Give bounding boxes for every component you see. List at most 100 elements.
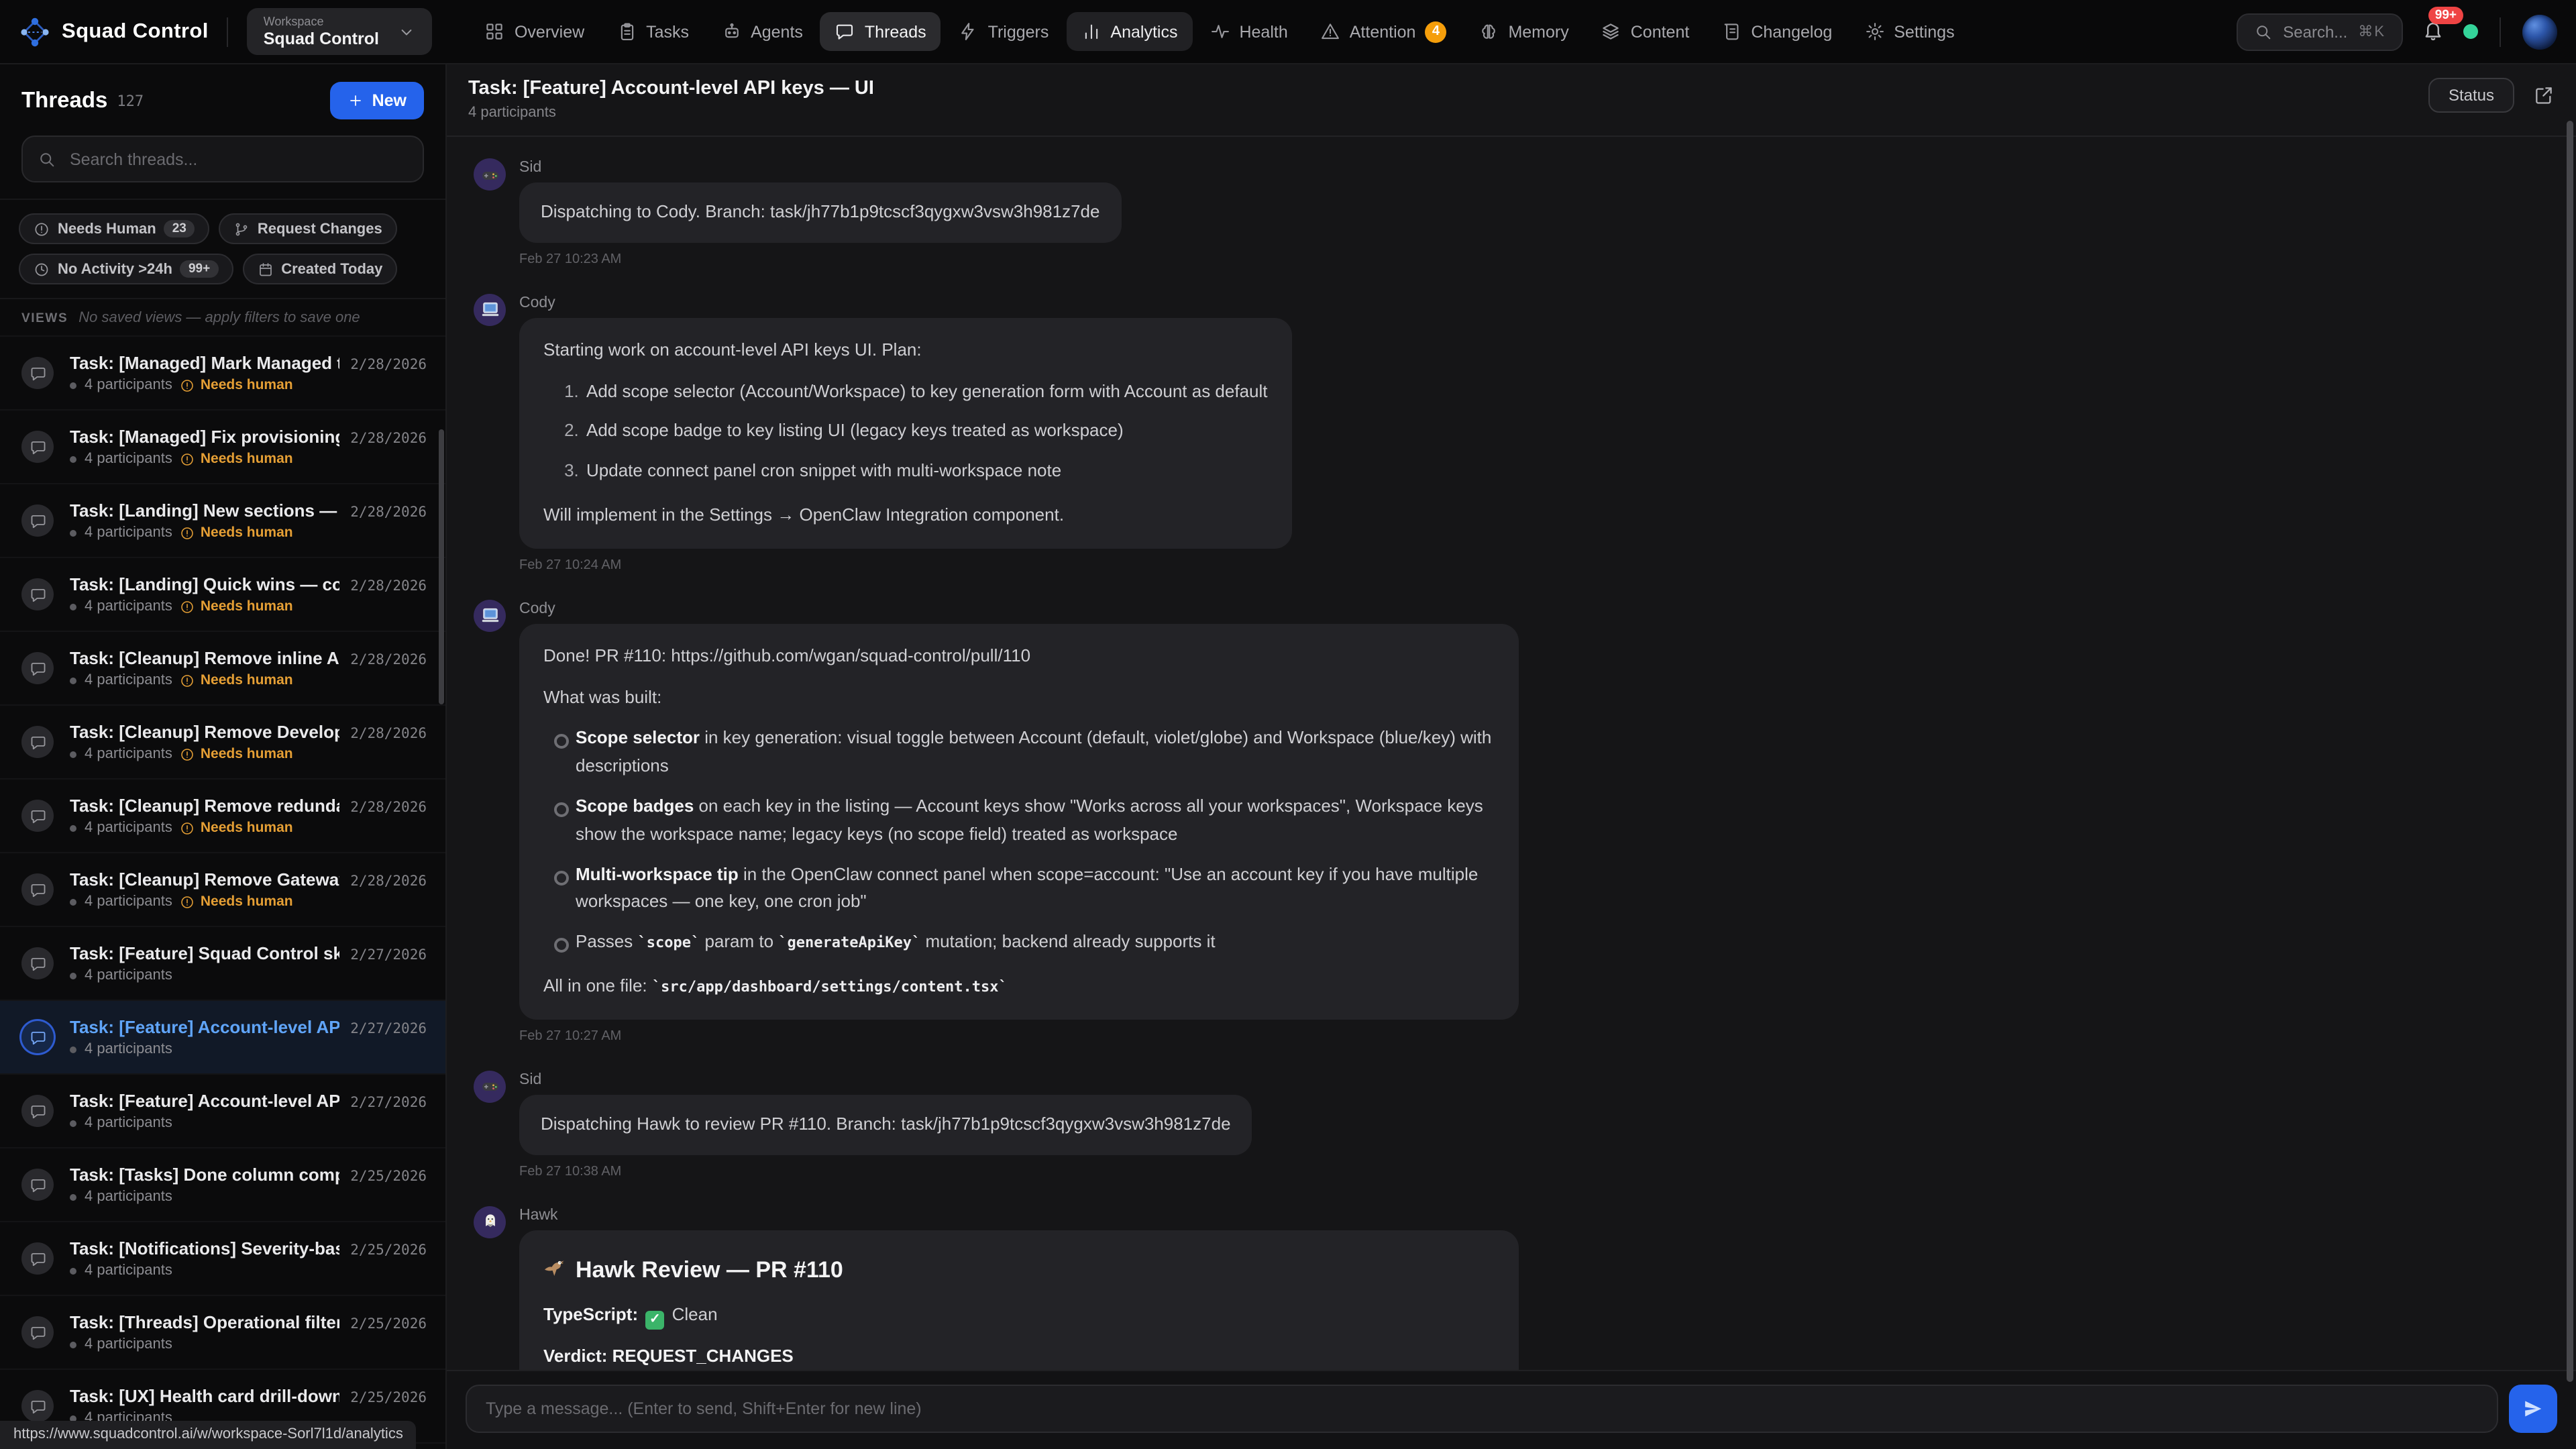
warning-icon xyxy=(1320,21,1340,42)
nav-item-triggers[interactable]: Triggers xyxy=(944,12,1064,51)
chip-label: Created Today xyxy=(281,261,382,277)
message-timestamp: Feb 27 10:27 AM xyxy=(519,1029,1519,1044)
thread-list-item[interactable]: Task: [Feature] Squad Control skill — mu… xyxy=(0,926,445,1000)
thread-avatar-chat-icon xyxy=(21,1242,54,1275)
chip-label: Needs Human xyxy=(58,221,156,237)
attention-badge: 4 xyxy=(1425,21,1446,42)
thread-title: Task: [Cleanup] Remove Gateway URL / pus… xyxy=(70,869,339,890)
nav-item-overview[interactable]: Overview xyxy=(470,12,599,51)
thread-title: Task: [Cleanup] Remove inline API Docume… xyxy=(70,648,339,668)
thread-list-item[interactable]: Task: [Cleanup] Remove inline API Docume… xyxy=(0,631,445,704)
workspace-label: Workspace xyxy=(264,15,379,28)
thread-date: 2/27/2026 xyxy=(350,1021,427,1037)
message-timestamp: Feb 27 10:24 AM xyxy=(519,558,1292,573)
thread-title: Task: [Managed] Mark Managed tier as Co.… xyxy=(70,353,339,373)
thread-date: 2/27/2026 xyxy=(350,947,427,963)
nav-item-health[interactable]: Health xyxy=(1195,12,1302,51)
thread-list-item[interactable]: Task: [Landing] New sections — pricing p… xyxy=(0,483,445,557)
needs-human-badge: Needs human xyxy=(180,672,293,688)
global-search-placeholder: Search... xyxy=(2283,22,2347,41)
filter-chip-request-changes[interactable]: Request Changes xyxy=(219,213,397,244)
message-bubble: Starting work on account-level API keys … xyxy=(519,318,1292,549)
nav-label: Memory xyxy=(1508,22,1568,41)
search-icon xyxy=(2253,22,2272,41)
thread-list-item[interactable]: Task: [Landing] Quick wins — copy, contr… xyxy=(0,557,445,631)
alert-icon xyxy=(34,221,50,237)
nav-item-settings[interactable]: Settings xyxy=(1849,12,1969,51)
plus-icon xyxy=(348,93,364,109)
chip-label: No Activity >24h xyxy=(58,261,172,277)
alert-icon xyxy=(180,673,195,688)
clipboard-icon xyxy=(616,21,637,42)
message-input[interactable] xyxy=(466,1385,2498,1433)
workspace-selector[interactable]: Workspace Squad Control xyxy=(248,8,433,55)
user-avatar[interactable] xyxy=(2522,14,2557,49)
thread-list-item[interactable]: Task: [Threads] Operational filters and … xyxy=(0,1295,445,1368)
thread-search-input[interactable] xyxy=(67,148,408,170)
thread-list-item[interactable]: Task: [Cleanup] Remove Gateway URL / pus… xyxy=(0,852,445,926)
external-link-icon[interactable] xyxy=(2533,85,2555,106)
thread-avatar-chat-icon xyxy=(21,431,54,463)
grid-icon xyxy=(485,21,505,42)
thread-list-item[interactable]: Task: [Cleanup] Remove Development Tool.… xyxy=(0,704,445,778)
thread-date: 2/28/2026 xyxy=(350,873,427,890)
nav-item-changelog[interactable]: Changelog xyxy=(1707,12,1847,51)
sidebar-scrollbar[interactable] xyxy=(439,429,444,704)
green-check-icon: ✓ xyxy=(645,1310,664,1329)
status-button[interactable]: Status xyxy=(2428,78,2514,113)
thread-list-item[interactable]: Task: [Notifications] Severity-based not… xyxy=(0,1221,445,1295)
nav-item-content[interactable]: Content xyxy=(1587,12,1705,51)
nav-item-tasks[interactable]: Tasks xyxy=(602,12,704,51)
message: SidDispatching to Cody. Branch: task/jh7… xyxy=(474,156,2549,286)
thread-list-item[interactable]: Task: [Managed] Mark Managed tier as Co.… xyxy=(0,335,445,409)
thread-list-item[interactable]: Task: [Feature] Account-level API keys —… xyxy=(0,1000,445,1073)
thread-list-item[interactable]: Task: [Feature] Account-level API keys —… xyxy=(0,1073,445,1147)
new-thread-button[interactable]: New xyxy=(331,82,424,119)
send-button[interactable] xyxy=(2509,1385,2557,1433)
chat-scrollbar[interactable] xyxy=(2567,121,2573,1382)
thread-list-item[interactable]: Task: [Cleanup] Remove redundant Save Pr… xyxy=(0,778,445,852)
thread-title: Task: [UX] Health card drill-downs for i… xyxy=(70,1386,339,1406)
thread-list-item[interactable]: Task: [Managed] Fix provisioning script … xyxy=(0,409,445,483)
thread-list-item[interactable]: Task: [Tasks] Done column compaction at … xyxy=(0,1147,445,1221)
send-icon xyxy=(2522,1398,2544,1419)
computer-avatar xyxy=(474,294,506,326)
filter-chip-needs-human[interactable]: Needs Human23 xyxy=(19,213,209,244)
nav-item-memory[interactable]: Memory xyxy=(1464,12,1583,51)
participant-dot xyxy=(70,1046,76,1053)
robot-icon xyxy=(721,21,741,42)
nav-label: Analytics xyxy=(1110,22,1177,41)
participant-dot xyxy=(70,824,76,831)
topbar: Squad Control Workspace Squad Control Ov… xyxy=(0,0,2576,64)
nav-item-attention[interactable]: Attention4 xyxy=(1305,11,1462,52)
topbar-right: Search... ⌘K 99+ xyxy=(2236,13,2557,50)
thread-date: 2/25/2026 xyxy=(350,1316,427,1332)
thread-avatar-chat-icon xyxy=(21,504,54,537)
thread-participants: 4 participants xyxy=(85,1189,172,1205)
filter-chip-no-activity-24h[interactable]: No Activity >24h99+ xyxy=(19,254,233,284)
participant-dot xyxy=(70,677,76,684)
nav-item-threads[interactable]: Threads xyxy=(820,12,941,51)
computer-avatar xyxy=(474,600,506,632)
alert-icon xyxy=(180,525,195,540)
thread-view: Task: [Feature] Account-level API keys —… xyxy=(447,64,2576,1449)
nav-label: Threads xyxy=(865,22,926,41)
thread-participants: 4 participants xyxy=(85,967,172,983)
thread-participants: 4 participants xyxy=(468,105,874,121)
nav-item-agents[interactable]: Agents xyxy=(706,12,818,51)
notifications-button[interactable]: 99+ xyxy=(2419,15,2447,48)
thread-participants: 4 participants xyxy=(85,746,172,762)
message: SidDispatching Hawk to review PR #110. B… xyxy=(474,1068,2549,1198)
search-shortcut: ⌘K xyxy=(2358,23,2385,40)
scroll-icon xyxy=(1721,21,1741,42)
nav-item-analytics[interactable]: Analytics xyxy=(1066,12,1192,51)
message-list[interactable]: SidDispatching to Cody. Branch: task/jh7… xyxy=(447,137,2576,1370)
sidebar-title: Threads xyxy=(21,88,107,113)
threads-sidebar: Threads 127 New Needs Human23Request Cha… xyxy=(0,64,447,1449)
global-search-button[interactable]: Search... ⌘K xyxy=(2236,13,2403,50)
divider xyxy=(2500,17,2501,46)
chevron-down-icon xyxy=(398,22,417,41)
participant-dot xyxy=(70,1341,76,1348)
thread-avatar-chat-icon xyxy=(21,800,54,832)
filter-chip-created-today[interactable]: Created Today xyxy=(242,254,397,284)
